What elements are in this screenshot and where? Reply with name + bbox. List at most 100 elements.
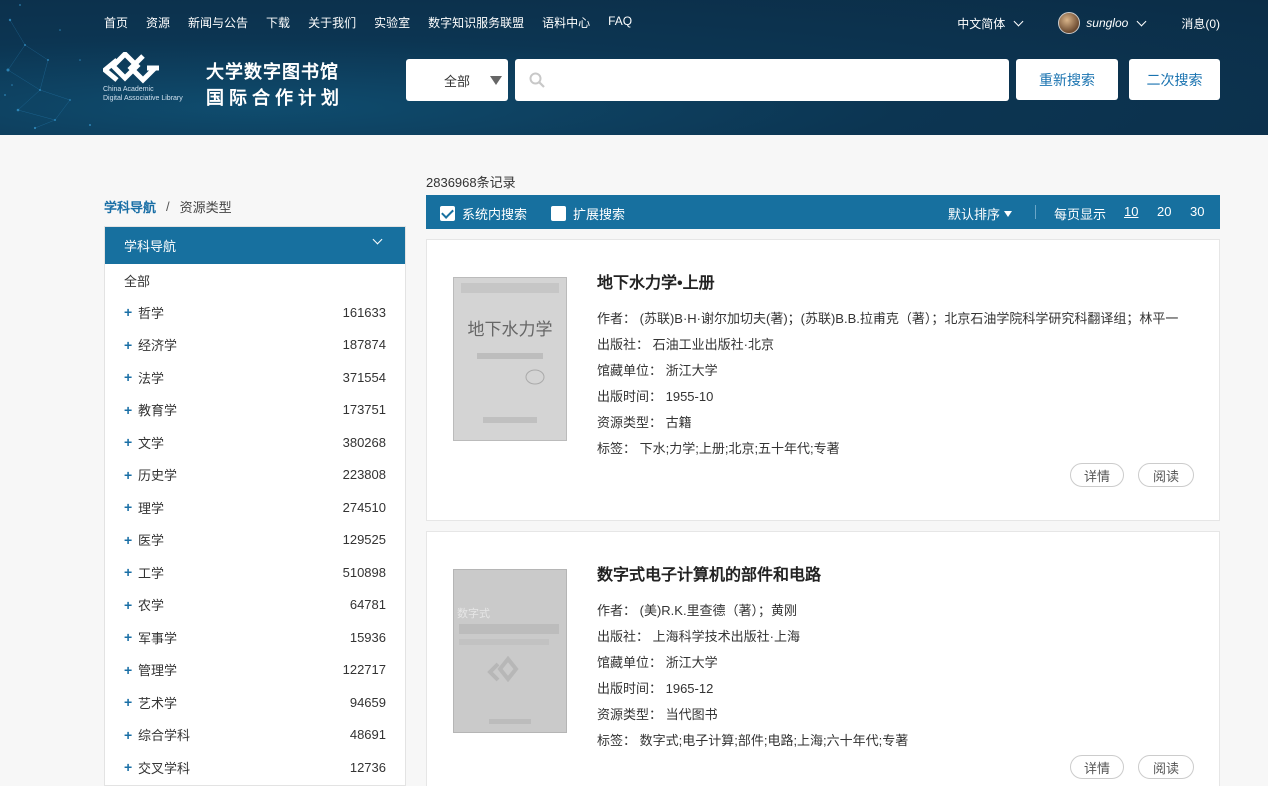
read-button[interactable]: 阅读 <box>1138 755 1194 779</box>
sidebar-item-all[interactable]: 全部 <box>105 264 405 296</box>
breadcrumb-resource-type[interactable]: 资源类型 <box>180 197 232 216</box>
result-title[interactable]: 地下水力学•上册 <box>597 269 715 293</box>
sidebar-item[interactable]: + 管理学 122717 <box>105 654 405 687</box>
result-card: 地下水力学 地下水力学•上册 作者： (苏联)B·H·谢尔加切夫(著)；(苏联)… <box>426 239 1220 521</box>
sidebar-item[interactable]: + 艺术学 94659 <box>105 686 405 719</box>
sidebar-item-count: 122717 <box>342 662 386 678</box>
sidebar-item[interactable]: + 哲学 161633 <box>105 296 405 329</box>
detail-button[interactable]: 详情 <box>1070 755 1124 779</box>
sidebar-item-count: 187874 <box>342 337 386 353</box>
result-title[interactable]: 数字式电子计算机的部件和电路 <box>597 561 821 585</box>
sidebar-item[interactable]: + 工学 510898 <box>105 556 405 589</box>
sidebar-item[interactable]: + 理学 274510 <box>105 491 405 524</box>
record-count: 2836968条记录 <box>426 175 516 190</box>
book-cover-title: 数字式 <box>457 606 490 620</box>
sidebar-item-label: 教育学 <box>138 403 178 419</box>
sidebar-item[interactable]: + 农学 64781 <box>105 589 405 622</box>
top-right-bar: 中文简体 sungloo 消息(0) <box>957 12 1220 34</box>
search-input[interactable] <box>555 60 1009 100</box>
result-card: 数字式 数字式电子计算机的部件和电路 作者： (美)R.K.里查德（著）；黄刚 … <box>426 531 1220 786</box>
sidebar-item-label: 管理学 <box>138 663 178 679</box>
nav-alliance[interactable]: 数字知识服务联盟 <box>428 14 524 31</box>
messages-link[interactable]: 消息(0) <box>1181 15 1220 32</box>
chevron-down-icon <box>1136 16 1147 26</box>
sidebar-item-count: 15936 <box>349 629 386 645</box>
second-search-button[interactable]: 二次搜索 <box>1129 59 1220 100</box>
nav-news[interactable]: 新闻与公告 <box>188 14 248 31</box>
search-scope-select[interactable]: 全部 <box>406 59 508 101</box>
nav-about[interactable]: 关于我们 <box>308 14 356 31</box>
result-author: 作者： (美)R.K.里查德（著）；黄刚 <box>597 603 798 618</box>
read-button[interactable]: 阅读 <box>1138 463 1194 487</box>
nav-download[interactable]: 下载 <box>266 14 290 31</box>
sidebar-item-label: 经济学 <box>138 338 178 354</box>
avatar <box>1058 12 1081 34</box>
book-cover-title: 地下水力学 <box>468 320 553 340</box>
result-date: 出版时间： 1955-10 <box>597 389 714 404</box>
nav-faq[interactable]: FAQ <box>608 14 632 31</box>
nav-resources[interactable]: 资源 <box>146 14 170 31</box>
sort-dropdown[interactable]: 默认排序 <box>948 204 1013 223</box>
nav-corpus[interactable]: 语料中心 <box>542 14 590 31</box>
caret-down-icon <box>490 76 502 85</box>
research-button[interactable]: 重新搜索 <box>1016 59 1118 100</box>
result-tags: 标签： 数字式;电子计算;部件;电路;上海;六十年代;专著 <box>597 733 909 748</box>
logo-title-line2: 国际合作计划 <box>206 88 344 108</box>
plus-icon: + <box>124 726 133 743</box>
in-system-search-checkbox[interactable]: 系统内搜索 <box>440 204 527 223</box>
nav-lab[interactable]: 实验室 <box>374 14 410 31</box>
breadcrumb-subject-nav[interactable]: 学科导航 <box>104 197 156 216</box>
checkbox-unchecked-icon <box>551 206 566 221</box>
book-cover-image[interactable]: 地下水力学 <box>452 276 568 442</box>
sidebar-item[interactable]: + 经济学 187874 <box>105 329 405 362</box>
sidebar-item[interactable]: + 综合学科 48691 <box>105 719 405 752</box>
logo-en-line2: Digital Associative Library <box>103 95 183 102</box>
page-size-20[interactable]: 20 <box>1157 204 1171 219</box>
search-box <box>515 59 1009 101</box>
sidebar-item-count: 161633 <box>342 304 386 320</box>
user-menu[interactable]: sungloo <box>1058 12 1147 34</box>
page-size-30[interactable]: 30 <box>1190 204 1204 219</box>
book-cover-art: 地下水力学 <box>452 276 568 442</box>
sidebar-item-label: 历史学 <box>138 468 178 484</box>
sidebar-item[interactable]: + 医学 129525 <box>105 524 405 557</box>
logo-english-text: China Academic Digital Associative Libra… <box>103 85 183 103</box>
plus-icon: + <box>124 564 133 581</box>
sidebar-item-label: 医学 <box>138 533 165 549</box>
nav-home[interactable]: 首页 <box>104 14 128 31</box>
sidebar-item-label: 交叉学科 <box>138 760 191 776</box>
sidebar-item-label: 文学 <box>138 435 165 451</box>
extended-search-checkbox[interactable]: 扩展搜索 <box>551 204 625 223</box>
sidebar-item[interactable]: + 文学 380268 <box>105 426 405 459</box>
logo-title-line1: 大学数字图书馆 <box>206 62 339 82</box>
detail-button[interactable]: 详情 <box>1070 463 1124 487</box>
sidebar-item-label: 艺术学 <box>138 695 178 711</box>
breadcrumb-separator: / <box>166 199 170 214</box>
chevron-down-icon <box>372 234 383 245</box>
sidebar-item[interactable]: + 军事学 15936 <box>105 621 405 654</box>
sidebar-item-label: 哲学 <box>138 305 165 321</box>
chevron-down-icon <box>1013 16 1024 26</box>
plus-icon: + <box>124 629 133 646</box>
sidebar-item-count: 48691 <box>349 727 386 743</box>
top-navigation: 首页 资源 新闻与公告 下载 关于我们 实验室 数字知识服务联盟 语料中心 FA… <box>104 14 650 31</box>
sidebar-item-count: 129525 <box>342 532 386 548</box>
page-size-10[interactable]: 10 <box>1124 204 1138 219</box>
divider <box>1035 205 1036 219</box>
sidebar-item[interactable]: + 法学 371554 <box>105 361 405 394</box>
plus-icon: + <box>124 596 133 613</box>
sidebar-item-label: 理学 <box>138 500 165 516</box>
sidebar-item[interactable]: + 交叉学科 12736 <box>105 751 405 784</box>
sidebar-item-label: 法学 <box>138 370 165 386</box>
logo-en-line1: China Academic <box>103 86 154 93</box>
sidebar-header-label: 学科导航 <box>124 239 177 254</box>
sidebar-header[interactable]: 学科导航 <box>105 227 405 264</box>
sidebar-item-label: 工学 <box>138 565 165 581</box>
language-selector[interactable]: 中文简体 <box>957 15 1024 32</box>
book-cover-art: 数字式 <box>452 568 568 734</box>
sidebar-item[interactable]: + 教育学 173751 <box>105 394 405 427</box>
sidebar-item[interactable]: + 历史学 223808 <box>105 459 405 492</box>
book-cover-image[interactable]: 数字式 <box>452 568 568 734</box>
result-holder: 馆藏单位： 浙江大学 <box>597 655 718 670</box>
sidebar-item-label: 军事学 <box>138 630 178 646</box>
